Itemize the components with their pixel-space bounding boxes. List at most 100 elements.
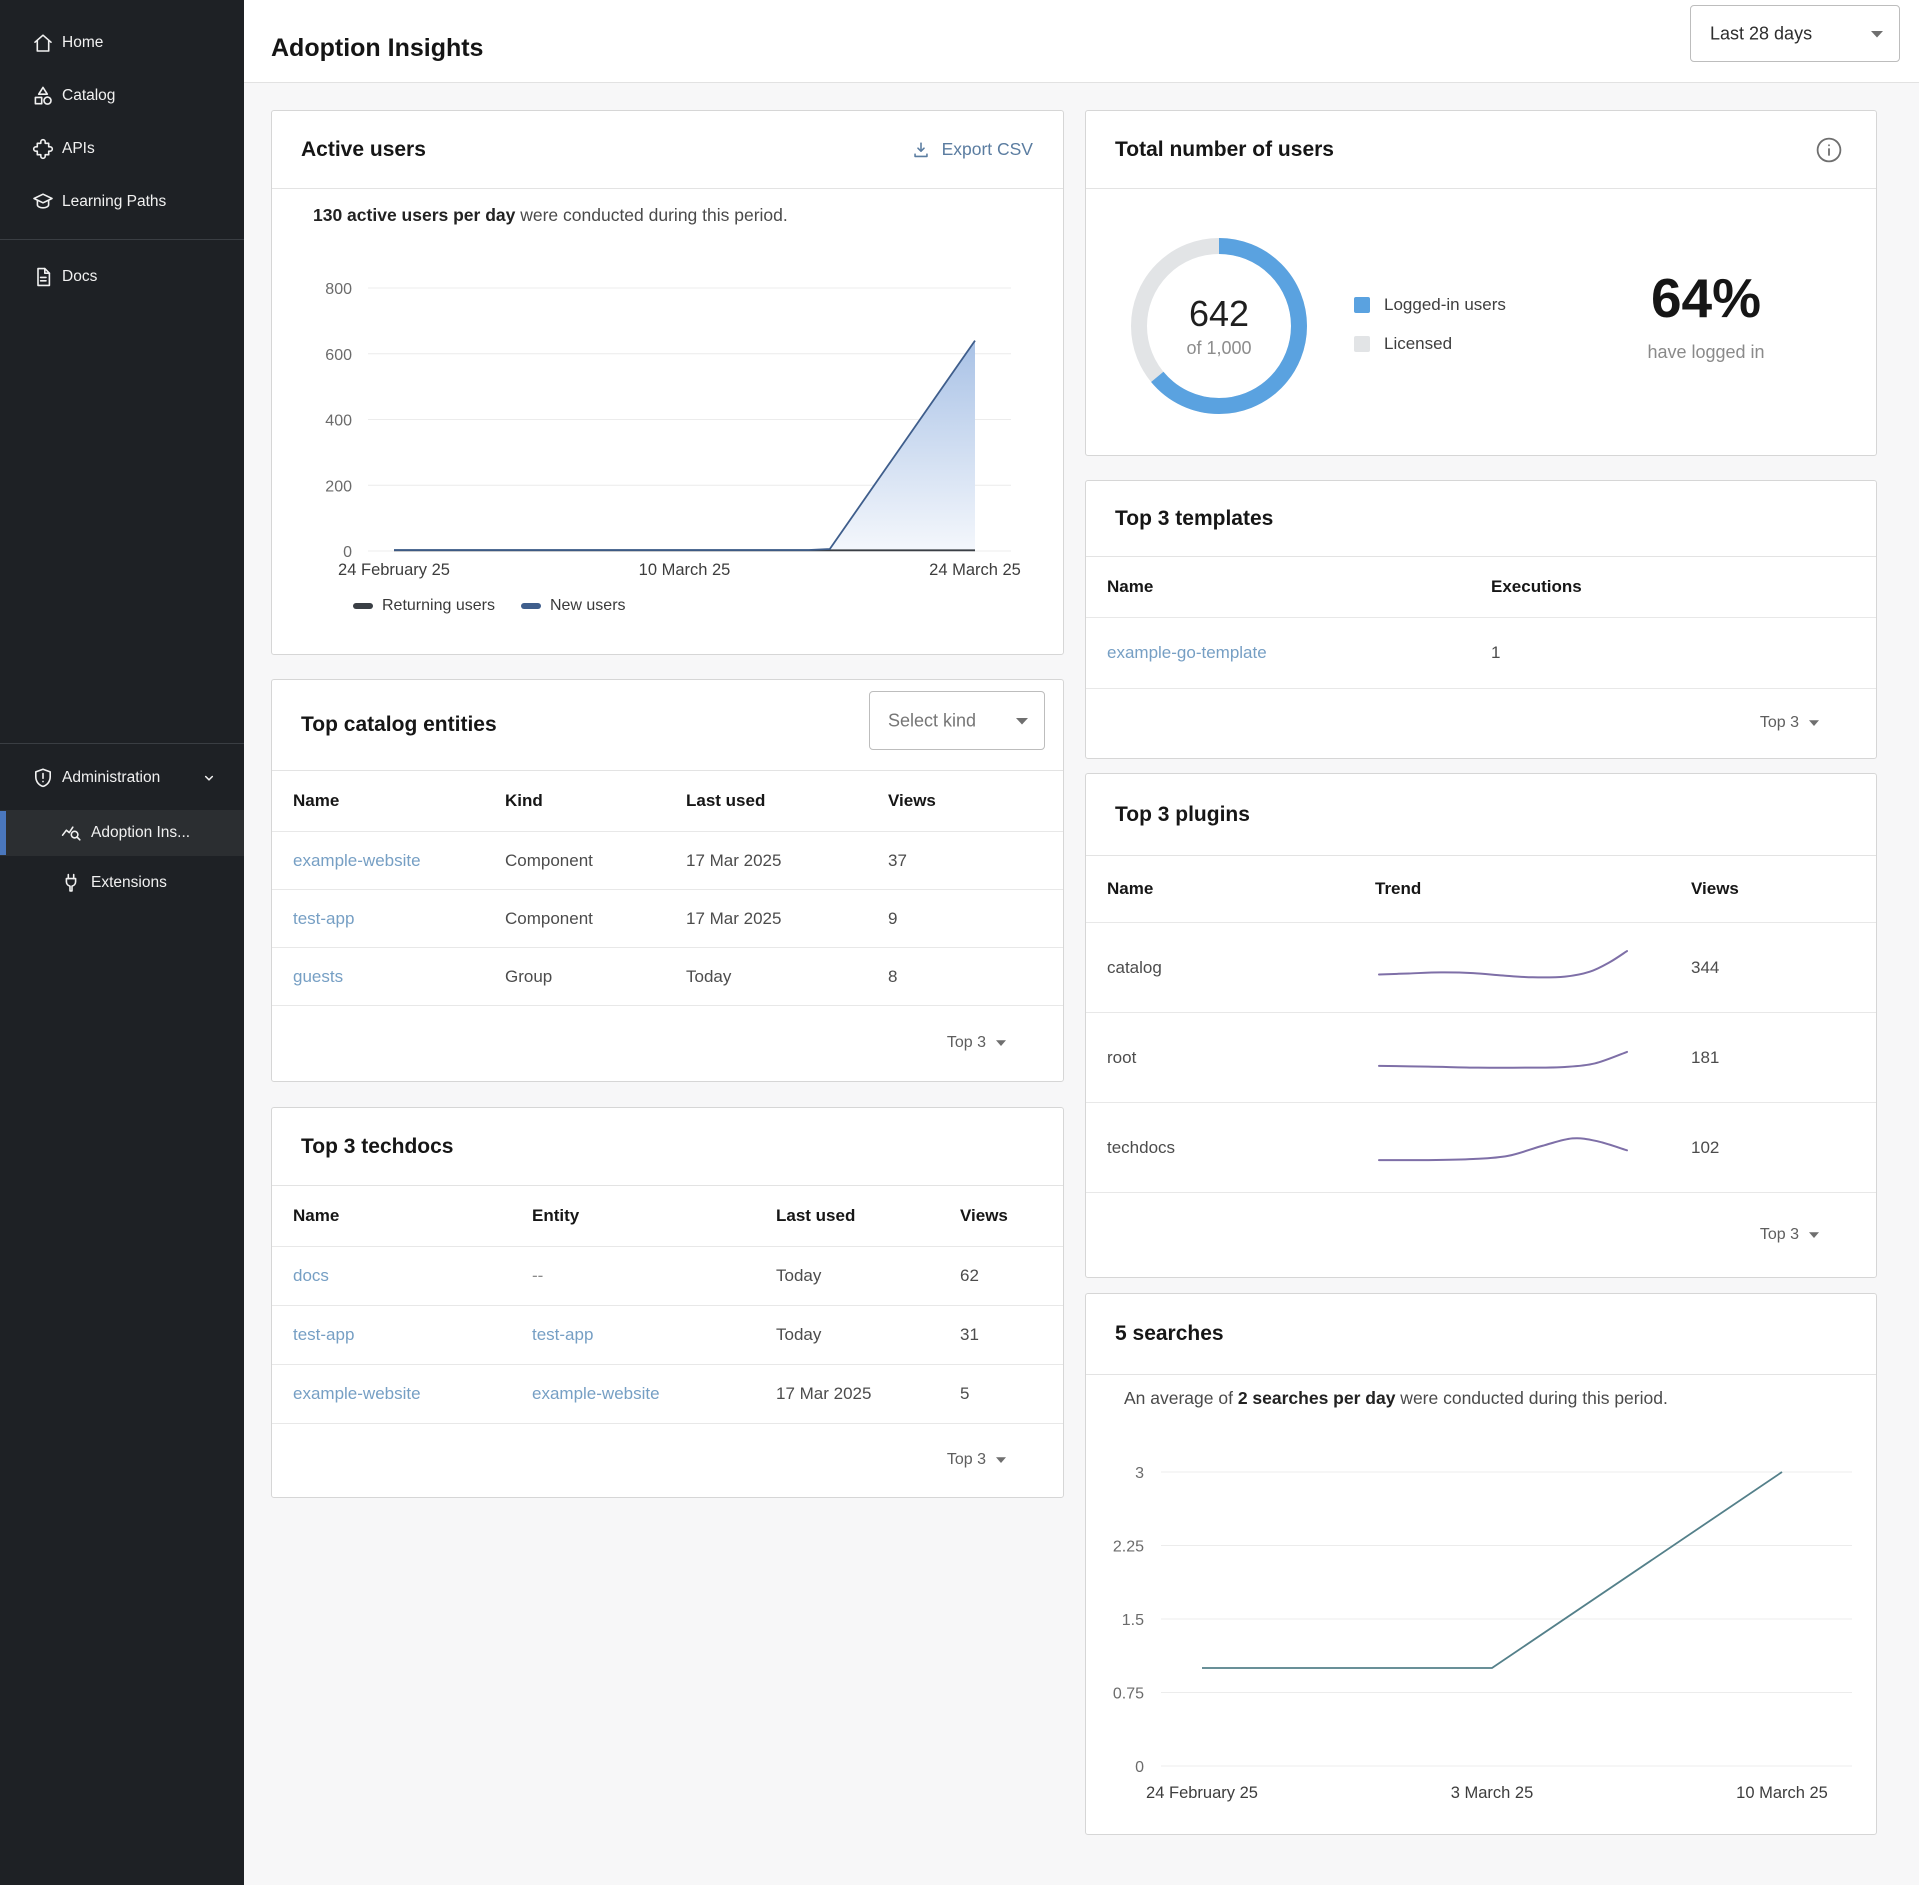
table-header-row: NameExecutions — [1086, 557, 1876, 618]
card-title: Top 3 plugins — [1115, 803, 1250, 827]
table-cell: example-website — [532, 1384, 776, 1404]
table-row: test-appComponent17 Mar 20259 — [272, 890, 1063, 948]
table-row: example-go-template 1 — [1086, 618, 1876, 689]
column-header: Trend — [1375, 879, 1691, 899]
licensed-total: of 1,000 — [1186, 338, 1251, 359]
table-cell: 62 — [960, 1266, 1063, 1286]
sidebar-item-extensions[interactable]: Extensions — [0, 860, 244, 906]
plugin-trend-sparkline — [1375, 945, 1691, 991]
sidebar-item-learning-paths[interactable]: Learning Paths — [0, 179, 244, 225]
plugin-views: 344 — [1691, 958, 1876, 978]
column-header: Views — [960, 1206, 1063, 1226]
svg-text:0: 0 — [343, 544, 352, 561]
page-title: Adoption Insights — [271, 34, 483, 63]
table-row: techdocs102 — [1086, 1103, 1876, 1193]
docs-icon — [31, 265, 55, 289]
extensions-icon — [59, 871, 83, 895]
rows-count-label: Top 3 — [947, 1451, 986, 1469]
svg-text:3: 3 — [1135, 1465, 1144, 1482]
svg-text:0.75: 0.75 — [1113, 1686, 1144, 1703]
sidebar-nav: Home Catalog APIs Learning Paths Docs — [0, 0, 244, 300]
table-row: guestsGroupToday8 — [272, 948, 1063, 1006]
rows-count-dropdown[interactable]: Top 3 — [1760, 1192, 1820, 1277]
catalog-icon — [31, 84, 55, 108]
legend-label: New users — [550, 597, 626, 615]
entity-link[interactable]: test-app — [293, 909, 354, 928]
column-header: Name — [272, 791, 505, 811]
svg-text:800: 800 — [325, 281, 352, 298]
export-csv-button[interactable]: Export CSV — [910, 139, 1033, 161]
table-row: test-apptest-appToday31 — [272, 1306, 1063, 1365]
table-cell: guests — [272, 967, 505, 987]
sidebar-item-home[interactable]: Home — [0, 20, 244, 66]
rows-count-label: Top 3 — [947, 1034, 986, 1052]
caret-down-icon — [1808, 719, 1820, 727]
table-cell: example-go-template — [1086, 643, 1491, 663]
table-cell: 17 Mar 2025 — [776, 1384, 960, 1404]
chevron-down-icon — [1870, 29, 1884, 38]
table-cell: 17 Mar 2025 — [686, 851, 888, 871]
table-header-row: NameEntityLast usedViews — [272, 1186, 1063, 1247]
rows-count-dropdown[interactable]: Top 3 — [947, 1005, 1007, 1081]
entity-link[interactable]: test-app — [532, 1325, 593, 1344]
rows-count-dropdown[interactable]: Top 3 — [947, 1422, 1007, 1497]
plugin-name: root — [1086, 1048, 1375, 1068]
column-header: Executions — [1491, 577, 1876, 597]
table-cell: -- — [532, 1266, 776, 1286]
svg-text:2.25: 2.25 — [1113, 1539, 1144, 1556]
home-icon — [31, 31, 55, 55]
top-techdocs-card: Top 3 techdocs NameEntityLast usedViews d… — [271, 1107, 1064, 1498]
info-icon[interactable] — [1815, 136, 1843, 164]
table-cell: Group — [505, 967, 686, 987]
column-header: Views — [1691, 879, 1876, 899]
plugin-views: 181 — [1691, 1048, 1876, 1068]
kind-select[interactable]: Select kind — [869, 691, 1045, 750]
table-cell: example-website — [272, 1384, 532, 1404]
legend-item-licensed: Licensed — [1354, 328, 1452, 360]
chevron-down-icon — [199, 768, 219, 788]
sidebar-item-apis[interactable]: APIs — [0, 126, 244, 172]
sidebar-item-adoption-ins[interactable]: Adoption Ins... — [0, 810, 244, 856]
plugins-table: NameTrendViewscatalog344root181techdocs1… — [1086, 856, 1876, 1193]
svg-text:400: 400 — [325, 413, 352, 430]
sidebar-item-catalog[interactable]: Catalog — [0, 73, 244, 119]
legend-item-returning-users: Returning users — [353, 597, 495, 615]
entity-link[interactable]: example-website — [532, 1384, 660, 1403]
column-header: Last used — [686, 791, 888, 811]
svg-text:3 March 25: 3 March 25 — [1451, 1784, 1534, 1802]
chart-legend: Returning users New users — [353, 589, 626, 623]
svg-text:10 March 25: 10 March 25 — [1736, 1784, 1828, 1802]
entity-link[interactable]: docs — [293, 1266, 329, 1285]
rows-count-dropdown[interactable]: Top 3 — [1760, 687, 1820, 758]
sidebar-item-docs[interactable]: Docs — [0, 254, 244, 300]
table-cell: Component — [505, 909, 686, 929]
table-cell: Today — [776, 1266, 960, 1286]
card-header: Top 3 techdocs — [272, 1108, 1063, 1186]
svg-text:24 February 25: 24 February 25 — [1146, 1784, 1258, 1802]
table-cell: 1 — [1491, 643, 1876, 663]
sidebar-item-label: APIs — [62, 140, 95, 158]
active-users-card: Active users Export CSV 130 active users… — [271, 110, 1064, 655]
entity-link[interactable]: example-website — [293, 1384, 421, 1403]
svg-text:1.5: 1.5 — [1122, 1612, 1144, 1629]
entity-link[interactable]: guests — [293, 967, 343, 986]
legend-swatch — [521, 603, 541, 609]
percent-block: 64% have logged in — [1556, 271, 1856, 363]
plugin-trend-sparkline — [1375, 1125, 1691, 1171]
column-header: Views — [888, 791, 1063, 811]
sidebar-item-administration[interactable]: Administration — [0, 756, 244, 800]
table-cell: 9 — [888, 909, 1063, 929]
table-row: example-websiteComponent17 Mar 202537 — [272, 832, 1063, 890]
apis-icon — [31, 137, 55, 161]
sidebar-item-label: Learning Paths — [62, 193, 166, 211]
column-header: Name — [272, 1206, 532, 1226]
legend-swatch — [1354, 336, 1370, 352]
table-cell: docs — [272, 1266, 532, 1286]
entity-link[interactable]: example-go-template — [1107, 643, 1267, 662]
legend-swatch — [353, 603, 373, 609]
period-select[interactable]: Last 28 days — [1690, 5, 1900, 62]
legend-swatch — [1354, 297, 1370, 313]
entity-link[interactable]: example-website — [293, 851, 421, 870]
entity-link[interactable]: test-app — [293, 1325, 354, 1344]
searches-chart: 00.751.52.25324 February 253 March 2510 … — [1086, 1424, 1878, 1834]
